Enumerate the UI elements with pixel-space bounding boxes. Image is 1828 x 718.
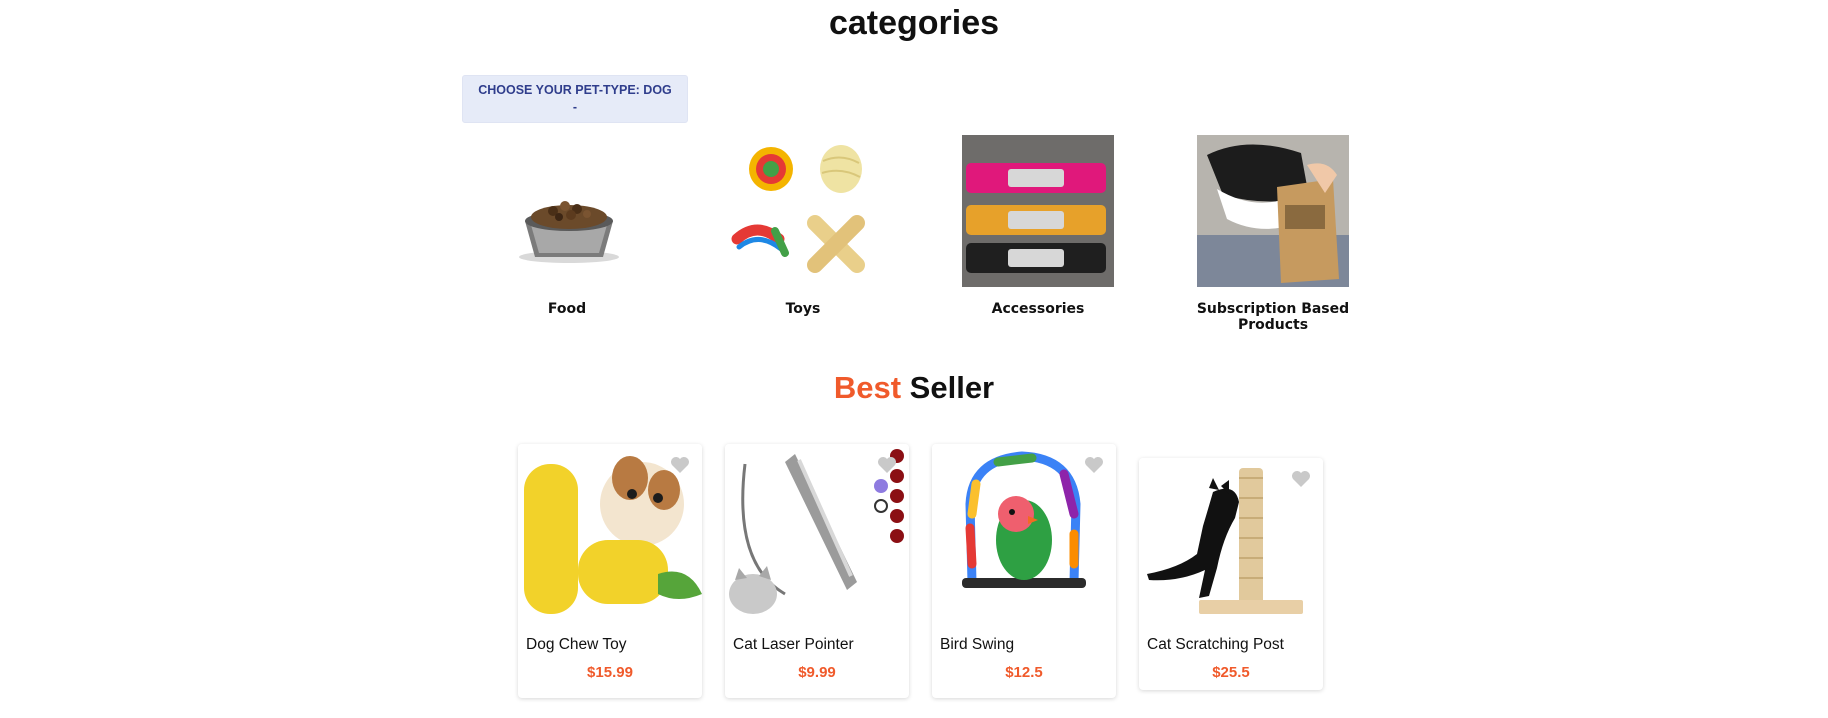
best-seller-title-rest: Seller [901,370,995,405]
product-name: Bird Swing [940,636,1015,653]
category-label: Food [547,301,587,317]
product-price: $12.5 [1005,664,1043,681]
product-card-bird-swing[interactable]: Bird Swing $12.5 [932,444,1116,698]
category-toys[interactable]: Toys [695,135,911,317]
product-price: $15.99 [587,664,633,681]
best-seller-title: Best Seller [0,370,1828,406]
product-name: Dog Chew Toy [526,636,627,653]
favorite-heart-icon[interactable] [670,456,690,474]
category-label: Subscription Based Products [1196,301,1350,333]
subscription-box-image [1197,135,1349,287]
product-name: Cat Laser Pointer [733,636,854,653]
category-subscription-based-products[interactable]: Subscription Based Products [1165,135,1381,333]
category-accessories[interactable]: Accessories [930,135,1146,317]
product-card-dog-chew-toy[interactable]: Dog Chew Toy $15.99 [518,444,702,698]
favorite-heart-icon[interactable] [1291,470,1311,488]
collars-image [962,135,1114,287]
best-seller-title-accent: Best [833,370,902,405]
food-bowl-image [491,135,643,287]
category-label: Toys [785,301,821,317]
dropdown-caret: - [572,100,578,114]
product-price: $25.5 [1212,664,1250,681]
favorite-heart-icon[interactable] [877,456,897,474]
product-name: Cat Scratching Post [1147,636,1284,653]
category-food[interactable]: Food [459,135,675,317]
product-card-cat-laser-pointer[interactable]: Cat Laser Pointer $9.99 [725,444,909,698]
product-price: $9.99 [798,664,836,681]
category-label: Accessories [991,301,1085,317]
product-card-cat-scratching-post[interactable]: Cat Scratching Post $25.5 [1139,458,1323,690]
pet-type-selector[interactable]: CHOOSE YOUR PET-TYPE: DOG - [462,75,688,123]
pet-type-selector-label: CHOOSE YOUR PET-TYPE: DOG [478,83,672,97]
page-title: categories [828,4,1000,42]
favorite-heart-icon[interactable] [1084,456,1104,474]
rope-toys-image [727,135,879,287]
